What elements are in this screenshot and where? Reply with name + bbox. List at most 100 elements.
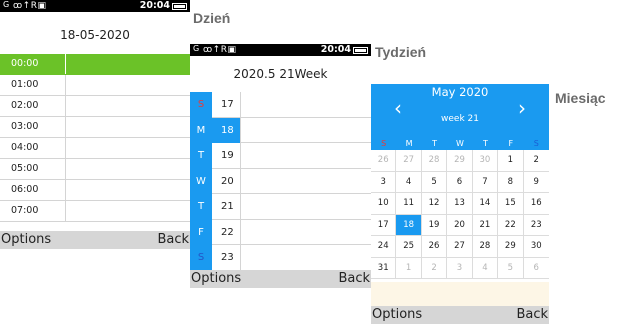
clock: 20:04 <box>320 44 351 55</box>
signal-icon: G <box>3 0 10 9</box>
status-bar: G ꝏ↑R▣ 20:04 <box>190 44 371 56</box>
day-cell[interactable]: 28 <box>421 150 448 172</box>
day-view-screen: G ꝏ↑R▣ 20:04 18-05-2020 00:00 01:00 02:0… <box>0 0 190 252</box>
options-softkey[interactable]: Options <box>372 306 422 324</box>
battery-icon <box>353 47 368 54</box>
day-cell[interactable]: 3 <box>371 171 397 193</box>
day-cell[interactable]: 31 <box>371 257 397 279</box>
day-cell[interactable]: 8 <box>498 171 524 193</box>
day-cell[interactable]: 29 <box>498 236 524 258</box>
weekday-header: S M T W T F S <box>371 138 549 150</box>
hour-row[interactable]: 07:00 <box>0 201 190 222</box>
status-icons: ꝏ↑R▣ <box>13 1 47 11</box>
month-grid: S M T W T F S 26 27 28 29 30 1 2 3 4 5 6 7 8 9 10 11 12 1… <box>371 138 549 279</box>
weekday-label: M <box>405 139 413 148</box>
day-cell[interactable]: 20 <box>447 214 473 236</box>
day-cell[interactable]: 24 <box>371 236 397 258</box>
day-number: 17 <box>212 92 241 117</box>
weekday-label: M <box>190 117 212 144</box>
weekday-label: T <box>482 139 488 148</box>
day-cell[interactable]: 5 <box>498 257 524 279</box>
day-cell[interactable]: 10 <box>371 193 397 215</box>
week-day-row[interactable]: T 19 <box>190 143 371 169</box>
back-softkey[interactable]: Back <box>338 270 370 288</box>
day-cell[interactable]: 21 <box>472 214 499 236</box>
hour-row[interactable]: 05:00 <box>0 159 190 180</box>
hour-row[interactable]: 03:00 <box>0 117 190 138</box>
day-cell[interactable]: 2 <box>523 150 549 172</box>
hour-label: 02:00 <box>0 96 66 116</box>
hour-row[interactable]: 02:00 <box>0 96 190 117</box>
day-cell[interactable]: 4 <box>396 171 422 193</box>
day-number: 21 <box>212 194 241 219</box>
options-softkey[interactable]: Options <box>191 270 241 288</box>
chevron-right-icon[interactable]: › <box>512 96 532 120</box>
day-cell[interactable]: 28 <box>472 236 499 258</box>
week-day-row[interactable]: F 22 <box>190 219 371 246</box>
status-bar: G ꝏ↑R▣ 20:04 <box>0 0 190 12</box>
day-cell[interactable]: 30 <box>472 150 499 172</box>
hour-row[interactable]: 04:00 <box>0 138 190 159</box>
hour-label: 04:00 <box>0 138 66 158</box>
hour-label: 01:00 <box>0 75 66 95</box>
day-cell[interactable]: 9 <box>523 172 549 193</box>
weekday-label: T <box>432 139 437 148</box>
day-cell[interactable]: 6 <box>523 258 549 279</box>
day-cell[interactable]: 6 <box>447 171 473 193</box>
day-cell[interactable]: 5 <box>421 171 448 193</box>
back-softkey[interactable]: Back <box>157 231 189 249</box>
softkey-bar: Options Back <box>190 270 371 288</box>
day-cell[interactable]: 25 <box>396 236 422 258</box>
day-title: 18-05-2020 <box>60 28 130 42</box>
week-day-list: S 17 M 18 T 19 W 20 T 21 F 22 S 23 <box>190 92 371 271</box>
day-cell[interactable]: 23 <box>523 215 549 236</box>
week-view-screen: G ꝏ↑R▣ 20:04 2020.5 21Week S 17 M 18 T 19 W… <box>190 44 371 292</box>
week-title: 2020.5 21Week <box>233 67 328 81</box>
day-cell[interactable]: 14 <box>472 193 499 215</box>
day-cell[interactable]: 27 <box>396 150 422 172</box>
weekday-label: F <box>508 139 514 148</box>
week-day-row[interactable]: S 17 <box>190 92 371 118</box>
day-cell[interactable]: 26 <box>371 150 397 172</box>
day-cell[interactable]: 15 <box>498 193 524 215</box>
week-day-row[interactable]: T 21 <box>190 194 371 220</box>
month-view-screen: May 2020 ‹ week 21 › S M T W T F S 26 27 2… <box>371 84 549 324</box>
day-cell[interactable]: 4 <box>472 257 499 279</box>
hour-row[interactable]: 01:00 <box>0 75 190 96</box>
day-cell[interactable]: 12 <box>421 193 448 215</box>
day-cell[interactable]: 13 <box>447 193 473 215</box>
week-day-row[interactable]: M 18 <box>190 117 371 144</box>
day-cell[interactable]: 2 <box>421 257 448 279</box>
day-cell[interactable]: 1 <box>396 257 422 279</box>
day-cell[interactable]: 16 <box>523 193 549 215</box>
month-footer-area <box>371 282 549 306</box>
options-softkey[interactable]: Options <box>1 231 51 249</box>
back-softkey[interactable]: Back <box>516 306 548 324</box>
week-day-row[interactable]: W 20 <box>190 168 371 195</box>
day-cell[interactable]: 22 <box>498 214 524 236</box>
day-number: 22 <box>212 219 241 245</box>
hour-label: 03:00 <box>0 117 66 137</box>
hour-label: 05:00 <box>0 159 66 179</box>
day-number: 19 <box>212 143 241 168</box>
hour-row[interactable]: 06:00 <box>0 180 190 201</box>
caption-month: Miesiąc <box>555 90 606 106</box>
week-day-row[interactable]: S 23 <box>190 245 371 271</box>
status-icons: ꝏ↑R▣ <box>203 45 237 55</box>
day-cell[interactable]: 1 <box>498 150 524 172</box>
hour-row[interactable]: 00:00 <box>0 54 190 75</box>
day-cell[interactable]: 30 <box>523 236 549 258</box>
day-cell[interactable]: 27 <box>447 236 473 258</box>
day-cell[interactable]: 29 <box>447 150 473 172</box>
day-cell[interactable]: 7 <box>472 171 499 193</box>
day-cell[interactable]: 11 <box>396 193 422 215</box>
signal-icon: G <box>193 44 200 53</box>
day-cell[interactable]: 3 <box>447 257 473 279</box>
hour-label: 07:00 <box>0 201 66 221</box>
day-cell[interactable]: 18 <box>396 214 422 236</box>
weekday-label: S <box>190 245 212 271</box>
day-cell[interactable]: 26 <box>421 236 448 258</box>
caption-day: Dzień <box>193 10 231 26</box>
day-cell[interactable]: 17 <box>371 214 397 236</box>
day-cell[interactable]: 19 <box>421 214 448 236</box>
